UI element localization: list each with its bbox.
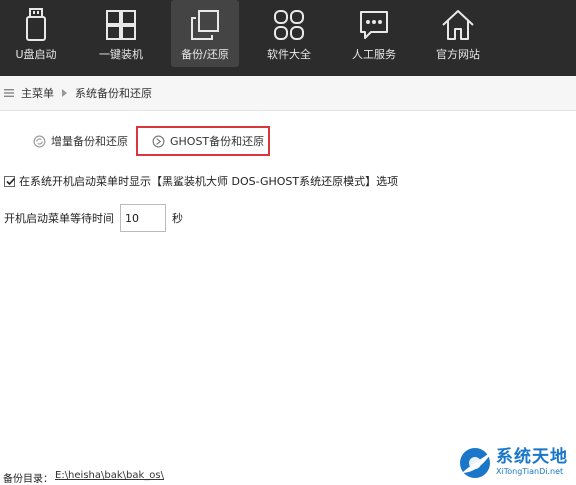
wait-label: 开机启动菜单等待时间 bbox=[4, 212, 114, 225]
show-dos-ghost-option: 在系统开机启动菜单时显示【黑鲨装机大师 DOS-GHOST系统还原模式】选项 bbox=[4, 173, 398, 189]
breadcrumb-current: 系统备份和还原 bbox=[75, 87, 152, 100]
backup-dir-link[interactable]: E:\heisha\bak\bak_os\ bbox=[55, 470, 164, 485]
nav-one-click-install[interactable]: 一键装机 bbox=[87, 0, 155, 68]
top-nav-bar: U盘启动 一键装机 备份/还原 软件大全 人工服务 官方网站 bbox=[0, 0, 576, 76]
nav-backup-restore[interactable]: 备份/还原 bbox=[171, 0, 239, 67]
nav-official-site[interactable]: 官方网站 bbox=[424, 0, 492, 68]
nav-label: 软件大全 bbox=[267, 48, 311, 61]
nav-label: 人工服务 bbox=[352, 48, 396, 61]
usb-drive-icon bbox=[26, 8, 46, 41]
backup-dir-label: 备份目录： bbox=[3, 474, 53, 485]
show-dos-ghost-checkbox[interactable] bbox=[4, 175, 16, 187]
nav-usb-boot[interactable]: U盘启动 bbox=[2, 0, 70, 68]
nav-label: 官方网站 bbox=[436, 48, 480, 61]
nav-manual-service[interactable]: 人工服务 bbox=[340, 0, 408, 68]
nav-label: 一键装机 bbox=[99, 48, 143, 61]
home-icon bbox=[442, 10, 474, 40]
ghost-icon bbox=[152, 135, 165, 147]
watermark-title: 系统天地 bbox=[496, 447, 568, 467]
boot-wait-row: 开机启动菜单等待时间 秒 bbox=[4, 204, 183, 232]
breadcrumb-separator-icon bbox=[62, 89, 67, 97]
apps-grid-icon bbox=[274, 10, 304, 40]
tab-ghost-backup[interactable]: GHOST备份和还原 bbox=[136, 126, 270, 156]
incremental-backup-icon bbox=[33, 135, 46, 147]
tab-label: GHOST备份和还原 bbox=[170, 135, 265, 148]
xitongtiandi-logo-icon bbox=[460, 448, 492, 478]
watermark: 系统天地 XiTongTianDi.net bbox=[456, 440, 574, 484]
check-icon bbox=[6, 177, 16, 185]
tab-label: 增量备份和还原 bbox=[51, 135, 128, 148]
chat-icon bbox=[360, 11, 388, 39]
nav-software[interactable]: 软件大全 bbox=[255, 0, 323, 68]
menu-icon[interactable] bbox=[4, 89, 14, 97]
windows-icon bbox=[106, 10, 136, 40]
tab-incremental-backup[interactable]: 增量备份和还原 bbox=[33, 128, 128, 154]
watermark-url: XiTongTianDi.net bbox=[496, 467, 564, 476]
breadcrumb-home[interactable]: 主菜单 bbox=[21, 85, 54, 101]
nav-label: 备份/还原 bbox=[181, 48, 229, 61]
backup-restore-icon bbox=[191, 10, 219, 40]
wait-unit: 秒 bbox=[172, 212, 183, 225]
option-label: 在系统开机启动菜单时显示【黑鲨装机大师 DOS-GHOST系统还原模式】选项 bbox=[19, 175, 399, 188]
backup-directory: 备份目录： E:\heisha\bak\bak_os\ bbox=[3, 470, 164, 485]
wait-time-input[interactable] bbox=[120, 204, 166, 232]
breadcrumb: 主菜单 系统备份和还原 bbox=[0, 76, 576, 111]
nav-label: U盘启动 bbox=[15, 48, 57, 61]
